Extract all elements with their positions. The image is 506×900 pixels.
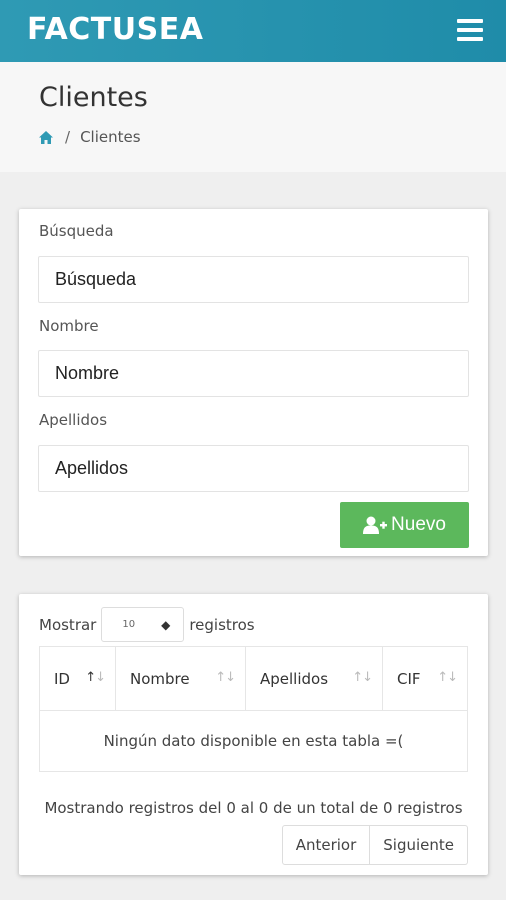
name-input[interactable] [38, 350, 469, 397]
pagination: Anterior Siguiente [281, 825, 468, 865]
new-client-button[interactable]: Nuevo [340, 502, 469, 548]
table-info: Mostrando registros del 0 al 0 de un tot… [44, 799, 463, 817]
surname-label: Apellidos [39, 411, 108, 429]
select-arrows-icon: ◆ [161, 617, 171, 632]
clients-table: ID ↑↓ Nombre ↑↓ Apellidos ↑↓ CIF ↑↓ Ning… [39, 646, 468, 772]
page-length-control: Mostrar 10 ◆ registros [39, 607, 255, 642]
page-length-value: 10 [122, 619, 136, 630]
page-length-select[interactable]: 10 ◆ [101, 607, 185, 642]
sort-icon: ↑↓ [352, 670, 373, 685]
brand-logo[interactable]: FACTUSEA [27, 12, 203, 47]
filter-card: Búsqueda Nombre Apellidos Nuevo [19, 209, 488, 556]
sort-icon: ↑↓ [215, 670, 236, 685]
sort-icon: ↑↓ [85, 670, 106, 685]
add-user-icon [363, 516, 388, 534]
top-navbar: FACTUSEA [0, 0, 506, 62]
breadcrumb-separator: / [65, 128, 71, 146]
home-icon[interactable] [39, 130, 53, 144]
table-row-empty: Ningún dato disponible en esta tabla =( [39, 710, 468, 772]
search-label: Búsqueda [39, 222, 114, 240]
empty-message: Ningún dato disponible en esta tabla =( [39, 710, 468, 772]
show-prefix: Mostrar [39, 615, 97, 634]
surname-input[interactable] [38, 445, 469, 492]
breadcrumb-current: Clientes [80, 128, 141, 146]
menu-icon[interactable] [457, 19, 483, 41]
previous-page-button[interactable]: Anterior [281, 825, 371, 865]
page-title: Clientes [39, 82, 148, 113]
next-page-button[interactable]: Siguiente [370, 825, 468, 865]
column-header-cif[interactable]: CIF ↑↓ [382, 646, 468, 711]
search-input[interactable] [38, 256, 469, 303]
column-header-id[interactable]: ID ↑↓ [39, 646, 116, 711]
new-button-label: Nuevo [391, 514, 446, 535]
name-label: Nombre [39, 317, 99, 335]
page-header: Clientes / Clientes [0, 62, 506, 172]
column-header-apellidos[interactable]: Apellidos ↑↓ [245, 646, 383, 711]
breadcrumb: / Clientes [39, 128, 141, 146]
column-header-nombre[interactable]: Nombre ↑↓ [115, 646, 246, 711]
clients-table-card: Mostrar 10 ◆ registros ID ↑↓ Nombre ↑↓ A… [19, 594, 488, 875]
sort-icon: ↑↓ [437, 670, 458, 685]
show-suffix: registros [189, 615, 255, 634]
